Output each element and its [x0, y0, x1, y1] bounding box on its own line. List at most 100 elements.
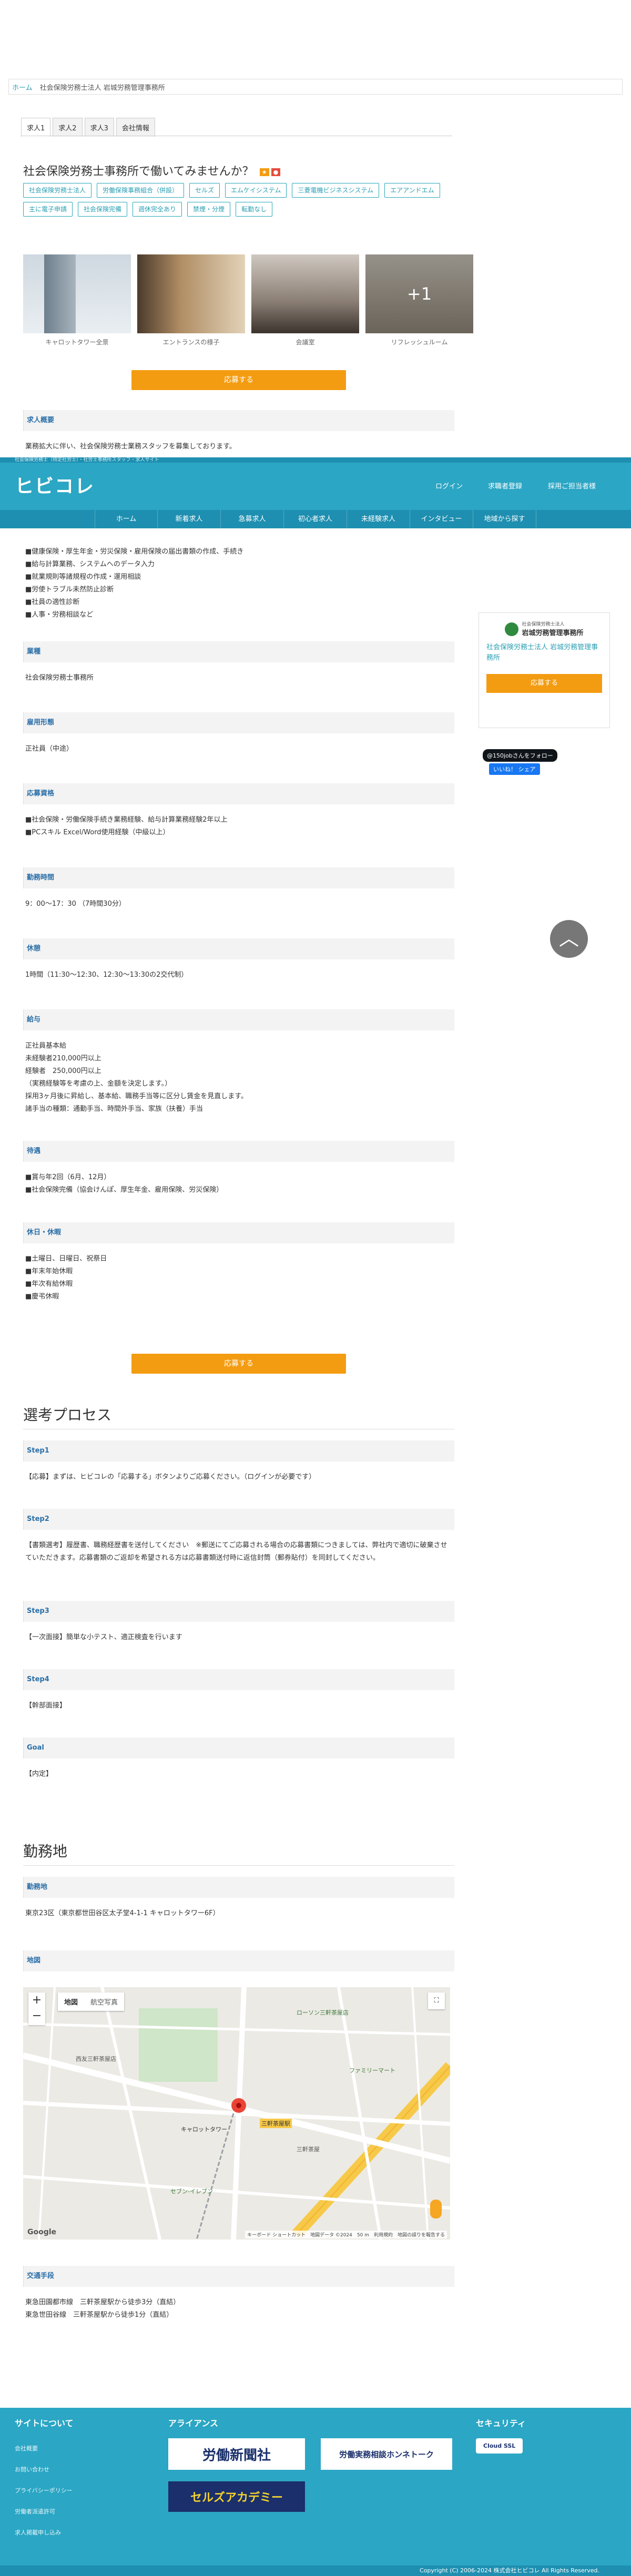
step-body: 【書類選考】履歴書、職務経歴書を送付してください ※郵送にてご応募される場合の応… — [25, 1541, 447, 1562]
facebook-like-button[interactable]: いいね！ シェア — [489, 763, 540, 775]
breadcrumb-current: 社会保険労務士法人 岩城労務管理事務所 — [39, 84, 165, 92]
tag: 社会保険完備 — [78, 202, 128, 217]
tag: 禁煙・分煙 — [187, 202, 231, 217]
apply-button-top[interactable]: 応募する — [131, 370, 346, 390]
google-logo: Google — [27, 2228, 57, 2236]
tab-job-1[interactable]: 求人1 — [21, 118, 51, 137]
footer-link[interactable]: お問い合わせ — [15, 2459, 74, 2480]
photo-item[interactable]: キャロットタワー全景 — [23, 254, 131, 346]
banner-cells-academy[interactable]: セルズアカデミー — [168, 2481, 305, 2512]
google-map[interactable]: + − 地図 航空写真 ⛶ 西友三軒茶屋店 キャロットタワー 三軒茶屋駅 ローソ… — [23, 1987, 450, 2240]
map-type-satellite[interactable]: 航空写真 — [84, 1992, 124, 2011]
footer-link[interactable]: 求人掲載申し込み — [15, 2522, 74, 2543]
location-address: 勤務地 東京23区（東京都世田谷区太子堂4-1-1 キャロットタワー6F） — [23, 1877, 454, 1929]
banner-roudou-shinbun[interactable]: 労働新聞社 — [168, 2438, 305, 2470]
section-body: 9：00〜17：30 （7時間30分） — [25, 900, 126, 908]
photo-gallery: キャロットタワー全景 エントランスの様子 会議室 +1 リフレッシュルーム — [23, 254, 473, 346]
section-title: 応募資格 — [23, 783, 454, 804]
section-title: 給与 — [23, 1009, 454, 1030]
section-industry: 業種 社会保険労務士事務所 — [23, 641, 454, 694]
tab-company-info[interactable]: 会社情報 — [116, 118, 155, 137]
page-title: 社会保険労務士事務所で働いてみませんか？ ★ ● — [23, 162, 281, 179]
tag: 三菱電機ビジネスシステム — [292, 183, 380, 198]
zoom-controls: + − — [28, 1992, 45, 2025]
x-follow-button[interactable]: @150jobさんをフォロー — [483, 749, 557, 762]
section-break: 休憩 1時間（11:30〜12:30、12:30〜13:30の2交代制） — [23, 938, 454, 991]
site-footer: サイトについて 会社概要 お問い合わせ プライバシーポリシー 労働者派遣許可 求… — [0, 2408, 631, 2565]
scroll-to-top-button[interactable]: ︿ — [550, 920, 588, 958]
nav-interview[interactable]: インタビュー — [410, 510, 473, 528]
step-title: Goal — [23, 1737, 454, 1759]
map-label: 三軒茶屋駅 — [260, 2119, 292, 2128]
street-view-pegman-icon[interactable] — [430, 2200, 442, 2219]
nav-by-region[interactable]: 地域から探す — [473, 510, 536, 528]
nav-new-jobs[interactable]: 新着求人 — [158, 510, 221, 528]
login-link[interactable]: ログイン — [435, 481, 463, 490]
map-footer: キーボード ショートカット 地図データ ©2024 50 m 利用規約 地図の誤… — [245, 2231, 447, 2238]
photo-item[interactable]: エントランスの様子 — [137, 254, 245, 346]
site-logo[interactable]: ヒビコレ — [15, 471, 95, 498]
section-duties: ■健康保険・厚生年金・労災保険・雇用保険の届出書類の作成、手続き ■給与計算業務… — [23, 536, 454, 631]
map-label: ファミリーマート — [349, 2067, 395, 2074]
footer-alliance: アライアンス — [168, 2416, 218, 2438]
photo-item[interactable]: 会議室 — [251, 254, 359, 346]
company-logo-text: 岩城労務管理事務所 — [522, 629, 584, 637]
zoom-out-button[interactable]: − — [28, 2008, 45, 2024]
section-qualifications: 応募資格 ■社会保険・労働保険手続き業務経験、給与計算業務経験2年以上 ■PCス… — [23, 783, 454, 849]
footer-alliance-title: アライアンス — [168, 2418, 219, 2428]
tab-job-3[interactable]: 求人3 — [84, 118, 114, 137]
heading-divider — [23, 1865, 454, 1866]
nav-beginner-jobs[interactable]: 初心者求人 — [284, 510, 347, 528]
map-label: ローソン三軒茶屋店 — [297, 2009, 349, 2016]
footer-link[interactable]: プライバシーポリシー — [15, 2480, 74, 2501]
section-body: ■土曜日、日曜日、祝祭日 ■年末年始休暇 ■年次有給休暇 ■慶弔休暇 — [25, 1255, 107, 1301]
photo-meeting-room — [251, 254, 359, 333]
section-overview: 求人概要 業務拡大に伴い、社会保険労務士業務スタッフを募集しております。 — [23, 410, 454, 450]
footer-about: サイトについて 会社概要 お問い合わせ プライバシーポリシー 労働者派遣許可 求… — [15, 2416, 74, 2543]
register-link[interactable]: 求職者登録 — [488, 481, 522, 490]
section-title: 待遇 — [23, 1141, 454, 1162]
section-salary: 給与 正社員基本給 未経験者210,000円以上 経験者 250,000円以上 … — [23, 1009, 454, 1125]
ssl-seal[interactable]: Cloud SSL — [476, 2438, 523, 2454]
process-step-3: Step3 【一次面接】簡単な小テスト、適正検査を行います — [23, 1601, 454, 1653]
nav-home[interactable]: ホーム — [95, 510, 158, 528]
photo-entrance — [137, 254, 245, 333]
tab-job-2[interactable]: 求人2 — [53, 118, 83, 137]
map-type-map[interactable]: 地図 — [58, 1992, 84, 2011]
section-title: 休憩 — [23, 938, 454, 959]
footer-link[interactable]: 労働者派遣許可 — [15, 2501, 74, 2522]
apply-button-bottom[interactable]: 応募する — [131, 1354, 346, 1374]
nav-urgent-jobs[interactable]: 急募求人 — [221, 510, 284, 528]
breadcrumb-home-link[interactable]: ホーム — [12, 82, 33, 92]
process-step-4: Step4 【幹部面接】 — [23, 1669, 454, 1722]
step-title: Step1 — [23, 1440, 454, 1461]
tag: セルズ — [189, 183, 220, 198]
step-title: Step3 — [23, 1601, 454, 1622]
company-name-link[interactable]: 社会保険労務士法人 岩城労務管理事務所 — [486, 642, 602, 663]
sidebar-apply-button[interactable]: 応募する — [486, 674, 602, 693]
new-icon: ● — [271, 168, 281, 176]
zoom-in-button[interactable]: + — [28, 1992, 45, 2008]
company-logo-icon — [505, 622, 519, 636]
photo-tower — [23, 254, 131, 333]
step-title: Step4 — [23, 1669, 454, 1690]
section-title: 雇用形態 — [23, 712, 454, 733]
employer-link[interactable]: 採用ご担当者様 — [548, 481, 596, 490]
footer-link[interactable]: 会社概要 — [15, 2438, 74, 2459]
process-heading: 選考プロセス — [23, 1406, 112, 1424]
banner-hontoku[interactable]: 労働実務相談ホンネトーク — [321, 2438, 452, 2470]
process-step-1: Step1 【応募】まずは、ヒビコレの「応募する」ボタンよりご応募ください。（ロ… — [23, 1440, 454, 1493]
section-title: 地図 — [23, 1950, 454, 1971]
section-employment-type: 雇用形態 正社員（中途） — [23, 712, 454, 765]
section-working-hours: 勤務時間 9：00〜17：30 （7時間30分） — [23, 867, 454, 920]
photo-item[interactable]: +1 リフレッシュルーム — [365, 254, 473, 346]
location-access: 交通手段 東急田園都市線 三軒茶屋駅から徒歩3分（直結） 東急世田谷線 三軒茶屋… — [23, 2266, 454, 2331]
photo-caption: リフレッシュルーム — [391, 339, 448, 346]
nav-inexperienced-jobs[interactable]: 未経験求人 — [347, 510, 410, 528]
footer-about-title: サイトについて — [15, 2418, 74, 2428]
company-sidebar: 社会保険労務士法人 岩城労務管理事務所 社会保険労務士法人 岩城労務管理事務所 … — [479, 612, 610, 728]
section-body: 1時間（11:30〜12:30、12:30〜13:30の2交代制） — [25, 971, 188, 979]
fullscreen-icon[interactable]: ⛶ — [428, 1992, 445, 2009]
more-photos-count[interactable]: +1 — [365, 254, 473, 333]
section-title: 休日・休暇 — [23, 1222, 454, 1243]
